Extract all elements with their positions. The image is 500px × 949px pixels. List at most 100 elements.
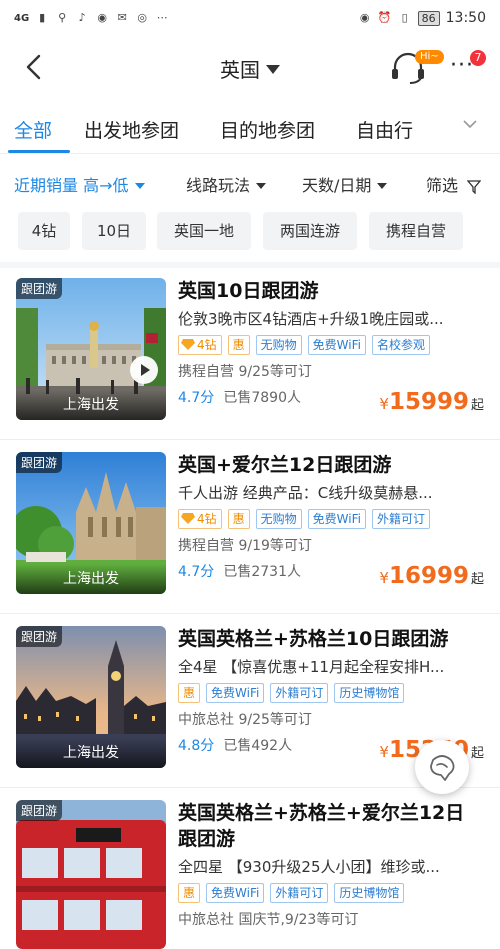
tab-independent[interactable]: 自由行: [356, 116, 413, 143]
currency-symbol: ¥: [379, 743, 389, 761]
vendor-and-dates: 携程自营 9/25等可订: [178, 364, 312, 380]
feature-badges: 惠 免费WiFi 外籍可订 历史博物馆: [178, 683, 484, 703]
rating-price-row: ¥15480起: [178, 935, 484, 949]
product-title: 英国英格兰+苏格兰10日跟团游: [178, 628, 449, 650]
badge-no-shopping: 无购物: [255, 335, 302, 355]
badge-discount: 惠: [178, 683, 201, 703]
product-card[interactable]: 跟团游 上海出发 英国+爱尔兰12日跟团游 千人出游 经典产品：C线升级莫赫悬.…: [0, 442, 500, 614]
price-value: 16999: [388, 563, 469, 589]
chip-ctrip-own[interactable]: 携程自营: [369, 212, 463, 250]
carrier-label: 4G: [14, 12, 30, 24]
product-description: 全四星 【930升级25人小团】维珍或...: [178, 858, 440, 876]
price: ¥16999 起: [379, 563, 484, 589]
chip-4-diamond[interactable]: 4钻: [18, 212, 70, 250]
eye-icon: ◉: [359, 11, 370, 24]
play-video-icon[interactable]: [130, 356, 158, 384]
badge-history-museum: 历史博物馆: [334, 883, 405, 903]
filter-days[interactable]: 天数/日期: [302, 172, 388, 196]
filter-sales[interactable]: 近期销量 高→低: [14, 172, 145, 196]
badge-diamond: 4钻: [178, 509, 222, 529]
caret-down-icon: [266, 65, 280, 74]
price-value: 15999: [388, 389, 469, 415]
rating-price-row: 4.7分 已售7890人 ¥15999 起: [178, 387, 484, 415]
badge-wifi: 免费WiFi: [307, 509, 366, 529]
filter-more[interactable]: 筛选: [426, 172, 482, 196]
price: ¥15999 起: [379, 389, 484, 415]
chip-10-days[interactable]: 10日: [82, 212, 146, 250]
tour-type-tag: 跟团游: [16, 278, 63, 299]
tour-type-tag: 跟团游: [16, 800, 63, 821]
badge-wifi: 免费WiFi: [206, 683, 265, 703]
badge-foreigner-bookable: 外籍可订: [270, 683, 329, 703]
rating-score: 4.8分: [178, 738, 215, 754]
chat-bubble-icon: [430, 755, 455, 781]
product-card[interactable]: 跟团游 上海出发 英国10日跟团游 伦敦3晚市区4钻酒店+升级1晚庄园或... …: [0, 268, 500, 440]
diamond-icon: [181, 513, 195, 524]
weibo-icon: ◎: [137, 11, 147, 24]
filter-bar: 近期销量 高→低 线路玩法 天数/日期 筛选: [0, 166, 500, 202]
category-tabs: 全部 出发地参团 目的地参团 自由行: [0, 100, 500, 154]
badge-no-shopping: 无购物: [255, 509, 302, 529]
product-description: 全4星 【惊喜优惠+11月起全程安排H...: [178, 658, 445, 676]
badge-wifi: 免费WiFi: [206, 883, 265, 903]
departure-label: 上海出发: [16, 390, 166, 420]
clock: 13:50: [445, 10, 486, 26]
badge-diamond: 4钻: [178, 335, 222, 355]
rating-score: 4.7分: [178, 390, 215, 406]
header: 英国 Hi~ ··· 7: [0, 40, 500, 96]
floating-chat-button[interactable]: [415, 740, 469, 794]
badge-discount: 惠: [227, 509, 250, 529]
badge-discount: 惠: [227, 335, 250, 355]
page-title: 英国: [220, 58, 260, 82]
caret-down-icon: [377, 182, 388, 189]
caret-down-icon: [134, 182, 145, 189]
funnel-icon: [466, 179, 482, 195]
status-left: 4G ▮ ⚲ ♪ ◉ ✉ ◎ ⋯: [14, 12, 169, 24]
badge-label: 4钻: [197, 338, 217, 352]
sold-count: 已售2731人: [223, 564, 301, 580]
product-info: 英国+爱尔兰12日跟团游 千人出游 经典产品：C线升级莫赫悬... 4钻 惠 无…: [178, 452, 484, 589]
vibrate-icon: ▯: [401, 11, 408, 24]
feature-badges: 4钻 惠 无购物 免费WiFi 名校参观: [178, 335, 484, 355]
badge-foreigner-bookable: 外籍可订: [371, 509, 430, 529]
filter-route-label: 线路玩法: [186, 176, 251, 195]
status-bar: 4G ▮ ⚲ ♪ ◉ ✉ ◎ ⋯ ◉ ⏰ ▯ 86 13:50: [0, 0, 500, 36]
badge-label: 4钻: [197, 512, 217, 526]
product-info: 英国英格兰+苏格兰+爱尔兰12日跟团游 全四星 【930升级25人小团】维珍或.…: [178, 800, 484, 949]
tiktok-icon: ♪: [78, 11, 86, 24]
badge-foreigner-bookable: 外籍可订: [270, 883, 329, 903]
product-image: 跟团游 上海出发: [16, 626, 166, 768]
vendor-and-dates: 携程自营 9/19等可订: [178, 538, 312, 554]
currency-symbol: ¥: [379, 395, 389, 413]
tab-destination-group[interactable]: 目的地参团: [220, 116, 315, 143]
product-title: 英国10日跟团游: [178, 280, 319, 302]
price-suffix: 起: [470, 398, 484, 413]
product-title: 英国英格兰+苏格兰+爱尔兰12日跟团游: [178, 802, 465, 850]
signal-icon: ▮: [39, 11, 46, 24]
vendor-and-dates: 中旅总社 国庆节,9/23等可订: [178, 912, 359, 928]
badge-university-visit: 名校参观: [371, 335, 430, 355]
chip-two-countries[interactable]: 两国连游: [263, 212, 357, 250]
filter-more-label: 筛选: [426, 176, 459, 195]
badge-history-museum: 历史博物馆: [334, 683, 405, 703]
tab-departure-group[interactable]: 出发地参团: [84, 116, 179, 143]
badge-discount: 惠: [178, 883, 201, 903]
price-suffix: 起: [470, 746, 484, 761]
chip-uk-only[interactable]: 英国一地: [157, 212, 251, 250]
more-notifications-icon: ⋯: [156, 11, 168, 24]
filter-route[interactable]: 线路玩法: [186, 172, 267, 196]
rating-score: 4.7分: [178, 564, 215, 580]
alarm-icon: ⏰: [377, 11, 392, 24]
product-card[interactable]: 跟团游 英国英格兰+苏格兰+爱尔兰12日跟团游 全四星 【930升级25人小团】…: [0, 790, 500, 949]
red-bus-image: [16, 800, 166, 949]
tab-all[interactable]: 全部: [14, 116, 52, 143]
service-badge: Hi~: [415, 50, 444, 64]
app-icon: ◉: [97, 11, 107, 24]
status-right: ◉ ⏰ ▯ 86 13:50: [358, 10, 486, 26]
feature-badges: 惠 免费WiFi 外籍可订 历史博物馆: [178, 883, 484, 903]
battery-indicator: 86: [417, 10, 440, 26]
chevron-down-icon[interactable]: [462, 116, 478, 132]
price-suffix: 起: [470, 572, 484, 587]
feature-badges: 4钻 惠 无购物 免费WiFi 外籍可订: [178, 509, 484, 529]
search-icon: ⚲: [58, 11, 67, 24]
